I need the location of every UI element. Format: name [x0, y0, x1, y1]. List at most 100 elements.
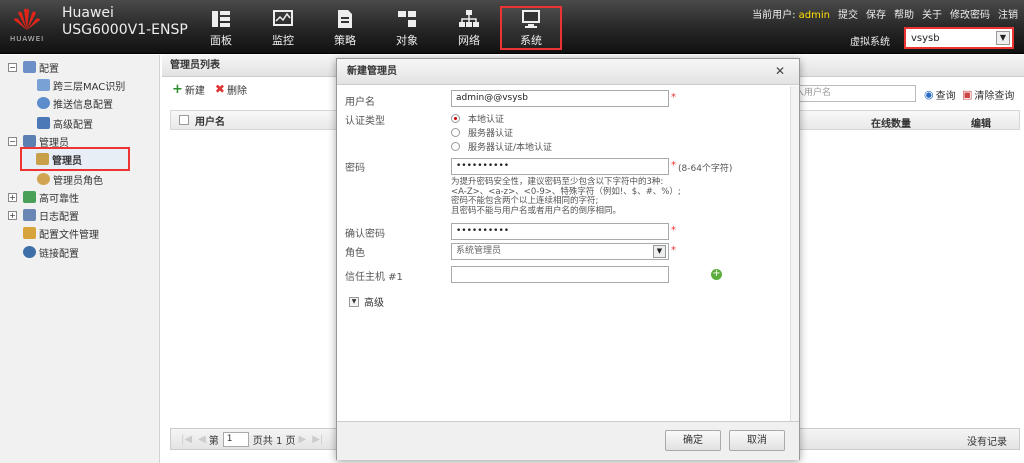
first-page-icon[interactable]: |◀ [181, 434, 192, 445]
save-link[interactable]: 保存 [866, 6, 886, 21]
expand-icon[interactable]: + [8, 210, 17, 220]
username-input[interactable]: admin@@vsysb [451, 90, 669, 107]
nav-dashboard[interactable]: 面板 [190, 6, 252, 50]
nav-network[interactable]: 网络 [438, 6, 500, 50]
sidebar-item-label: 推送信息配置 [53, 99, 113, 111]
dialog-footer: 确定 取消 [337, 421, 799, 460]
admin-group-icon [23, 135, 36, 147]
help-link[interactable]: 帮助 [894, 6, 914, 21]
trusted-host-input[interactable] [451, 266, 669, 283]
radio-unselected[interactable] [451, 142, 460, 151]
search-icon: ◉ [924, 88, 934, 101]
nav-monitor[interactable]: 监控 [252, 6, 314, 50]
next-page-icon[interactable]: ▶ [299, 434, 307, 445]
chevron-down-icon: ▼ [349, 296, 359, 307]
admin-icon [36, 153, 49, 165]
search-button[interactable]: ◉ 查询 [924, 87, 956, 102]
sidebar-item-cross-l3-mac[interactable]: 跨三层MAC识别 [37, 76, 125, 94]
confirm-password-input[interactable]: •••••••••• [451, 223, 669, 240]
sidebar-item-link-config[interactable]: 链接配置 [23, 243, 79, 261]
auth-type-label: 认证类型 [345, 116, 385, 127]
trusted-host-label: 信任主机 #1 [345, 272, 403, 283]
sidebar-item-admin-role[interactable]: 管理员角色 [37, 170, 103, 188]
logout-link[interactable]: 注销 [998, 6, 1018, 21]
link-icon [23, 246, 36, 258]
config-icon [23, 61, 36, 73]
close-icon[interactable]: ✕ [775, 65, 785, 77]
auth-option-label: 本地认证 [468, 115, 505, 125]
current-user-info: 当前用户: admin [752, 6, 830, 21]
advanced-label: 高级 [364, 298, 384, 309]
about-link[interactable]: 关于 [922, 6, 942, 21]
new-button[interactable]: + 新建 [172, 82, 205, 97]
nav-object[interactable]: 对象 [376, 6, 438, 50]
clear-search-button[interactable]: ▣ 清除查询 [962, 87, 1014, 102]
column-username[interactable]: 用户名 [195, 113, 225, 128]
page-number-input[interactable]: 1 [222, 431, 249, 447]
nav-policy-label: 策略 [334, 34, 356, 47]
advanced-toggle[interactable]: ▼ 高级 [349, 294, 384, 309]
column-online-count[interactable]: 在线数量 [871, 115, 911, 130]
high-availability-icon [23, 191, 36, 203]
sidebar-item-label: 高级配置 [53, 119, 93, 131]
prev-page-icon[interactable]: ◀ [198, 434, 206, 445]
current-user-name: admin [798, 10, 830, 21]
cancel-button[interactable]: 取消 [729, 430, 785, 451]
huawei-logo [14, 8, 40, 30]
dialog-title: 新建管理员 [337, 59, 799, 85]
radio-unselected[interactable] [451, 128, 460, 137]
new-admin-dialog: 新建管理员 ✕ 用户名 admin@@vsysb * 认证类型 本地认证 服务器… [336, 58, 800, 460]
chevron-down-icon: ▼ [653, 245, 666, 258]
sidebar-item-label: 配置 [39, 63, 59, 75]
chevron-down-icon: ▼ [996, 31, 1010, 45]
sidebar-item-high-availability[interactable]: + 高可靠性 [8, 188, 79, 206]
ok-button[interactable]: 确定 [665, 430, 721, 451]
collapse-icon[interactable]: − [8, 62, 17, 72]
auth-radio-local[interactable]: 本地认证 [451, 112, 504, 125]
network-icon [459, 10, 479, 27]
sidebar-item-label: 链接配置 [39, 248, 79, 260]
sidebar-item-label: 日志配置 [39, 211, 79, 223]
nav-network-label: 网络 [458, 34, 480, 47]
commit-link[interactable]: 提交 [838, 6, 858, 21]
sidebar-item-advanced-config[interactable]: 高级配置 [37, 114, 93, 132]
clear-search-label: 清除查询 [974, 91, 1015, 102]
collapse-icon[interactable]: − [8, 136, 17, 146]
add-host-icon[interactable]: + [711, 269, 722, 280]
change-password-link[interactable]: 修改密码 [950, 6, 990, 21]
delete-button[interactable]: ✖ 删除 [215, 82, 247, 97]
sidebar-item-log-config[interactable]: + 日志配置 [8, 206, 79, 224]
object-icon [398, 11, 416, 27]
logo-wordmark: HUAWEI [10, 35, 45, 43]
password-label: 密码 [345, 163, 365, 174]
sidebar-item-label: 配置文件管理 [39, 229, 99, 241]
auth-radio-server[interactable]: 服务器认证 [451, 126, 513, 139]
expand-icon[interactable]: + [8, 192, 17, 202]
sidebar-item-label: 跨三层MAC识别 [53, 81, 126, 93]
system-icon [522, 10, 540, 28]
dialog-scrollbar[interactable] [790, 86, 799, 421]
page-prefix: 第 [208, 435, 219, 447]
sidebar: − 配置 跨三层MAC识别 推送信息配置 高级配置 − 管理员 管理员 管理员角… [0, 55, 160, 463]
vsys-select[interactable]: vsysb ▼ [904, 27, 1014, 49]
select-all-checkbox[interactable] [179, 115, 189, 125]
column-edit: 编辑 [971, 119, 991, 130]
password-input[interactable]: •••••••••• [451, 158, 669, 175]
role-select[interactable]: 系统管理员 ▼ [451, 243, 669, 260]
nav-system[interactable]: 系统 [500, 6, 562, 50]
sidebar-item-admin-group[interactable]: − 管理员 [8, 132, 69, 150]
radio-selected[interactable] [451, 114, 460, 123]
search-input[interactable]: 入用户名 [790, 85, 916, 102]
policy-icon [338, 10, 352, 28]
auth-option-label: 服务器认证 [468, 129, 514, 139]
sidebar-item-config[interactable]: − 配置 [8, 58, 59, 76]
brand-vendor: Huawei [62, 5, 114, 21]
current-user-label: 当前用户: [752, 10, 796, 21]
auth-radio-server-local[interactable]: 服务器认证/本地认证 [451, 140, 552, 153]
last-page-icon[interactable]: ▶| [312, 434, 323, 445]
sidebar-item-config-file[interactable]: 配置文件管理 [23, 224, 99, 242]
admin-role-icon [37, 173, 50, 185]
sidebar-item-admin[interactable]: 管理员 [20, 147, 130, 171]
nav-policy[interactable]: 策略 [314, 6, 376, 50]
sidebar-item-push-info[interactable]: 推送信息配置 [37, 94, 113, 112]
